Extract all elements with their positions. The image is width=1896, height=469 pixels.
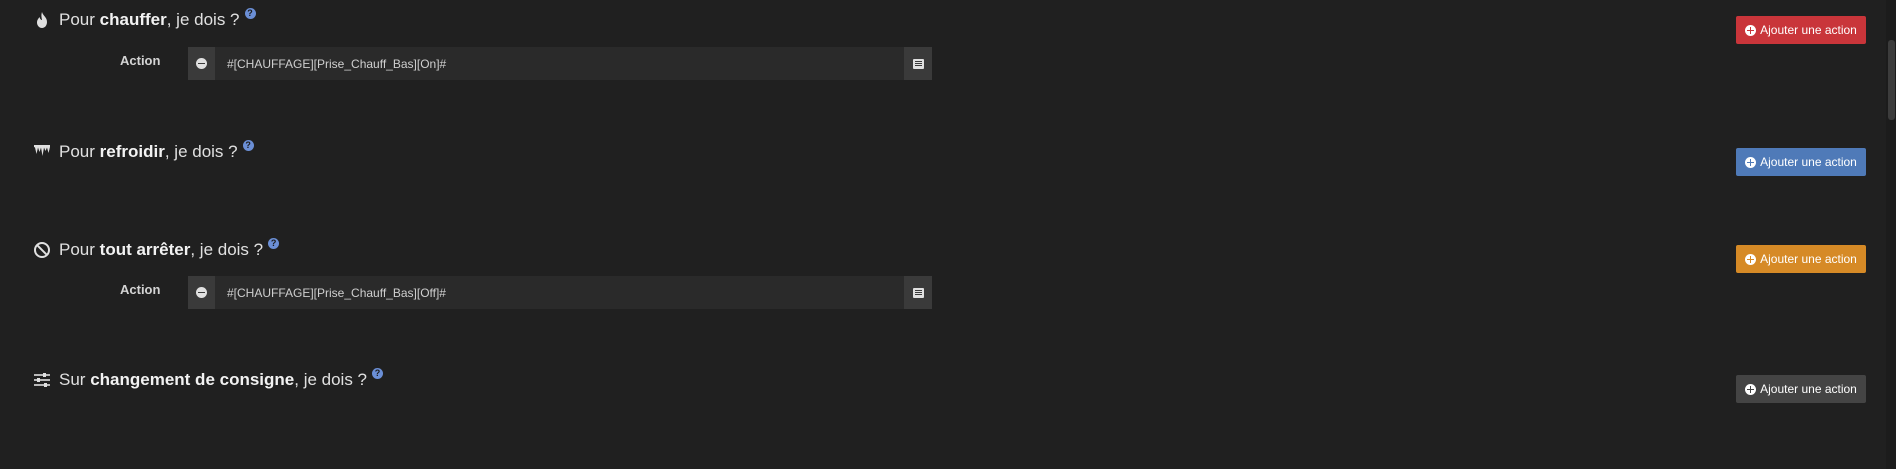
- section-prefix: Sur: [59, 370, 86, 389]
- flame-icon: [33, 11, 51, 29]
- plus-circle-icon: [1745, 24, 1757, 36]
- help-icon[interactable]: ?: [244, 7, 256, 19]
- add-action-button-tout-arreter[interactable]: Ajouter une action: [1736, 245, 1866, 273]
- section-prefix: Pour: [59, 240, 95, 259]
- help-icon[interactable]: ?: [268, 237, 280, 249]
- help-icon[interactable]: ?: [372, 367, 384, 379]
- action-command-input[interactable]: [215, 276, 904, 309]
- section-title-refroidir: Pour refroidir, je dois ? ?: [33, 139, 254, 162]
- sliders-icon: [33, 371, 51, 389]
- plus-circle-icon: [1745, 156, 1757, 168]
- add-action-button-refroidir[interactable]: Ajouter une action: [1736, 148, 1866, 176]
- add-action-label: Ajouter une action: [1760, 382, 1857, 396]
- select-command-button[interactable]: [904, 276, 932, 309]
- plus-circle-icon: [1745, 253, 1757, 265]
- help-icon[interactable]: ?: [242, 139, 254, 151]
- section-prefix: Pour: [59, 10, 95, 29]
- section-suffix: , je dois ?: [164, 142, 238, 161]
- add-action-label: Ajouter une action: [1760, 252, 1857, 266]
- section-title-tout-arreter: Pour tout arrêter, je dois ? ?: [33, 237, 280, 260]
- consigne-actions-panel: Pour chauffer, je dois ? ? Ajouter une a…: [0, 0, 1896, 469]
- section-title-changement-consigne: Sur changement de consigne, je dois ? ?: [33, 367, 384, 390]
- section-prefix: Pour: [59, 142, 95, 161]
- add-action-label: Ajouter une action: [1760, 155, 1857, 169]
- list-alt-icon: [912, 58, 924, 69]
- action-row-chauffer: [188, 47, 932, 80]
- list-alt-icon: [912, 287, 924, 298]
- scrollbar-thumb[interactable]: [1888, 40, 1895, 120]
- section-keyword: refroidir: [99, 142, 165, 161]
- section-keyword: chauffer: [99, 10, 167, 29]
- minus-circle-icon: [196, 287, 207, 298]
- section-suffix: , je dois ?: [166, 10, 240, 29]
- action-label: Action: [120, 53, 161, 68]
- section-suffix: , je dois ?: [294, 370, 368, 389]
- select-command-button[interactable]: [904, 47, 932, 80]
- remove-action-button[interactable]: [188, 276, 215, 309]
- action-command-input[interactable]: [215, 47, 904, 80]
- section-title-chauffer: Pour chauffer, je dois ? ?: [33, 7, 256, 30]
- add-action-button-changement-consigne[interactable]: Ajouter une action: [1736, 375, 1866, 403]
- icicles-icon: [33, 143, 51, 161]
- section-suffix: , je dois ?: [190, 240, 264, 259]
- section-keyword: changement de consigne: [90, 370, 295, 389]
- add-action-label: Ajouter une action: [1760, 23, 1857, 37]
- action-label: Action: [120, 282, 161, 297]
- remove-action-button[interactable]: [188, 47, 215, 80]
- minus-circle-icon: [196, 58, 207, 69]
- section-keyword: tout arrêter: [99, 240, 191, 259]
- scrollbar-track[interactable]: [1886, 0, 1896, 469]
- action-row-tout-arreter: [188, 276, 932, 309]
- ban-icon: [33, 241, 51, 259]
- add-action-button-chauffer[interactable]: Ajouter une action: [1736, 16, 1866, 44]
- plus-circle-icon: [1745, 383, 1757, 395]
